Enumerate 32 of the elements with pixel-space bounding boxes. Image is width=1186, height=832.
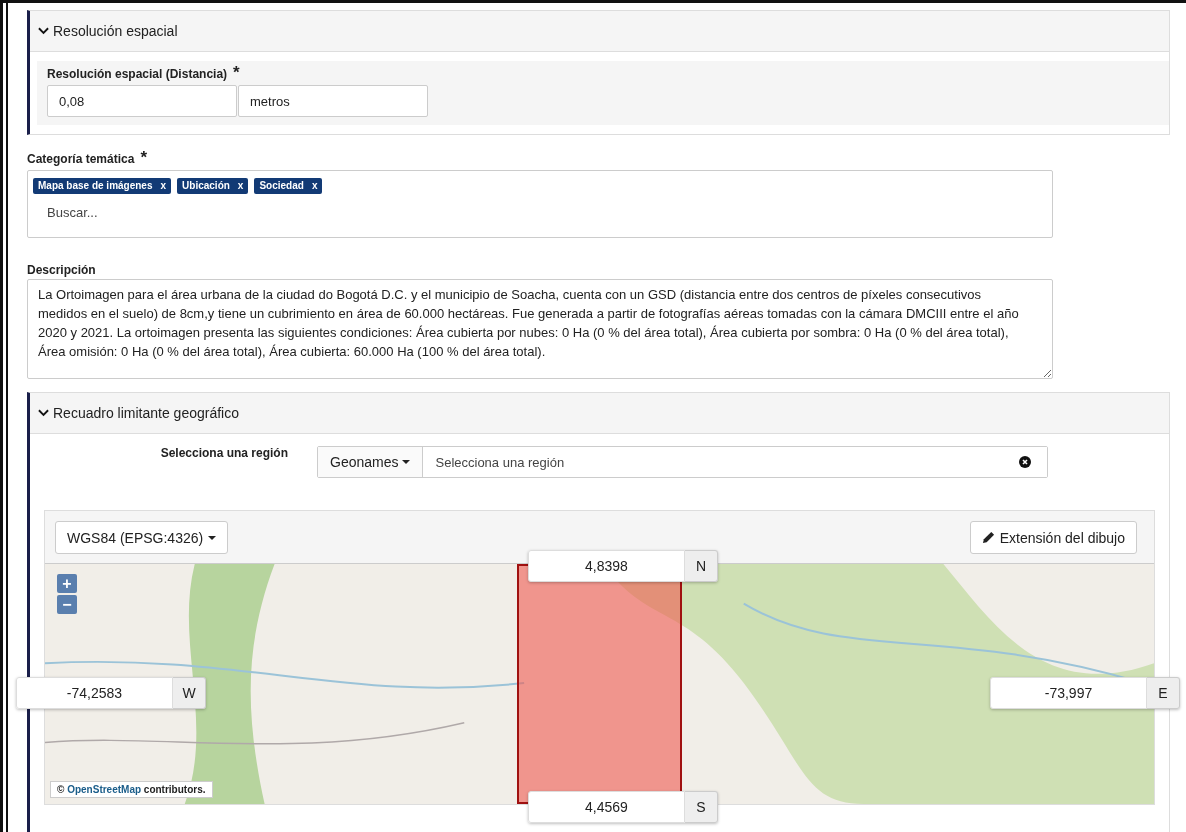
category-tag: Sociedad x: [254, 178, 323, 194]
required-mark: *: [233, 67, 240, 79]
south-label: S: [685, 791, 718, 823]
category-tag: Ubicación x: [177, 178, 249, 194]
east-label: E: [1147, 677, 1180, 709]
north-label: N: [685, 550, 718, 582]
section-header[interactable]: Resolución espacial: [30, 11, 1169, 52]
category-tag: Mapa base de imágenes x: [33, 178, 172, 194]
projection-dropdown[interactable]: WGS84 (EPSG:4326): [55, 521, 229, 554]
field-label: Resolución espacial (Distancia): [47, 67, 228, 81]
description-field[interactable]: La Ortoimagen para el área urbana de la ciudad do Bogotá D.C. y el municipio de Soacha, cuenta con un GSD (distancia entre dos centros de píxeles consecutivos medidos en el suelo) de 8cm,y tiene un cubrimiento en área de 60.000 hectáreas. Fue generada a partir de fotografías aéreas tomadas con la cámara DMCIII entre el año 2020 y 2021. La ortoimagen presenta las siguientes condiciones: Área cubierta por nubes: 0 Ha (0 % del área total), Área cubierta por sombra: 0 Ha (0 % del área total), Área omisión: 0 Ha (0 % del área total), Área cubierta: 60.000 Ha (100 % del área total).: [27, 279, 1053, 379]
north-field[interactable]: 4,8398: [528, 550, 685, 582]
distance-field[interactable]: 0,08: [47, 85, 237, 117]
zoom-out-button[interactable]: −: [57, 595, 77, 614]
tag-field[interactable]: Mapa base de imágenes x Ubicación x Sociedad x Buscar...: [27, 170, 1053, 238]
west-field[interactable]: -74,2583: [16, 677, 173, 709]
chevron-icon: [38, 27, 49, 35]
field-label: Selecciona una región: [159, 446, 289, 460]
east-field[interactable]: -73,997: [990, 677, 1147, 709]
field-label: Categoría temática: [27, 152, 135, 166]
south-field[interactable]: 4,4569: [528, 791, 685, 823]
pencil-icon: [981, 531, 995, 544]
west-label: W: [173, 677, 206, 709]
zoom-in-button[interactable]: +: [57, 574, 77, 593]
map-attribution: © OpenStreetMap contributors.: [50, 781, 213, 798]
section-header[interactable]: Recuadro limitante geográfico: [30, 393, 1169, 434]
chevron-icon: [38, 409, 49, 417]
required-mark: *: [140, 152, 147, 164]
unit-field[interactable]: metros: [238, 85, 428, 117]
openstreetmap-link[interactable]: OpenStreetMap: [67, 784, 142, 795]
draw-extent-button[interactable]: Extensión del dibujo: [969, 521, 1137, 554]
field-label: Descripción: [27, 263, 96, 277]
